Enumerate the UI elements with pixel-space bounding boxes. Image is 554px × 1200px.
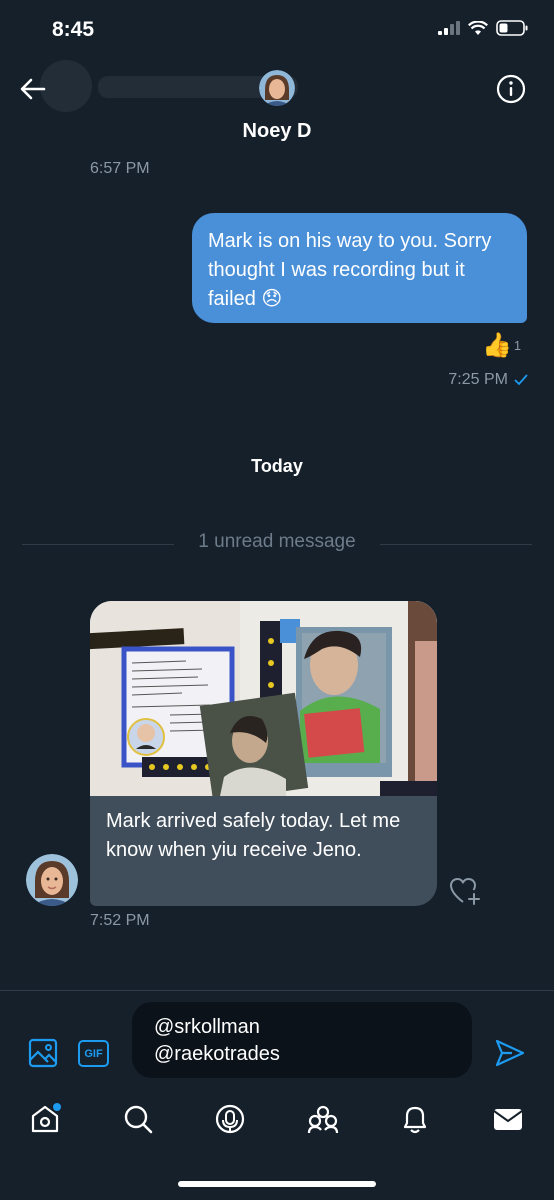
image-icon: [28, 1038, 58, 1068]
outgoing-message-bubble[interactable]: Mark is on his way to you. Sorry thought…: [192, 213, 527, 323]
message-timestamp: 6:57 PM: [90, 160, 150, 177]
search-icon: [124, 1105, 153, 1134]
back-button[interactable]: [18, 74, 48, 104]
signal-icon: [438, 21, 460, 35]
contact-avatar[interactable]: [259, 70, 295, 106]
battery-icon: [496, 20, 528, 36]
message-timestamp: 7:52 PM: [90, 912, 150, 929]
contact-name[interactable]: Noey D: [0, 120, 554, 143]
arrow-left-icon: [20, 78, 46, 100]
communities-icon: [307, 1105, 339, 1134]
reaction-count: 1: [513, 338, 522, 353]
info-button[interactable]: [496, 74, 526, 104]
wifi-icon: [468, 20, 488, 35]
unread-divider-line: [380, 544, 532, 545]
nav-notifications[interactable]: [398, 1102, 432, 1136]
day-separator: Today: [251, 456, 303, 476]
add-media-button[interactable]: [28, 1038, 58, 1068]
status-icons: [438, 20, 528, 36]
message-timestamp-read: 7:25 PM: [448, 371, 528, 389]
spaces-icon: [215, 1104, 245, 1134]
nav-communities[interactable]: [306, 1102, 340, 1136]
info-icon: [496, 74, 526, 104]
incoming-message-text: Mark arrived safely today. Let me know w…: [106, 810, 401, 861]
add-reaction-button[interactable]: [448, 874, 482, 908]
unread-divider-line: [22, 544, 174, 545]
gif-button[interactable]: GIF: [78, 1040, 109, 1067]
thumbs-up-emoji: 👍: [482, 332, 512, 359]
messages-icon: [493, 1109, 523, 1130]
nav-spaces[interactable]: [213, 1102, 247, 1136]
home-icon: [31, 1103, 61, 1133]
nav-search[interactable]: [121, 1102, 155, 1136]
heart-plus-icon: [450, 878, 480, 905]
message-timestamp: 7:25 PM: [448, 371, 508, 388]
home-indicator[interactable]: [178, 1181, 376, 1187]
notifications-icon: [403, 1106, 427, 1134]
incoming-message-card[interactable]: Mark arrived safely today. Let me know w…: [90, 601, 437, 906]
checkmark-icon: [514, 374, 528, 386]
unread-divider-label: 1 unread message: [198, 531, 356, 552]
message-photo[interactable]: [90, 601, 437, 796]
message-input[interactable]: @srkollman @raekotrades: [132, 1002, 472, 1078]
status-time: 8:45: [52, 18, 95, 41]
send-icon: [495, 1039, 525, 1067]
composer-divider: [0, 990, 554, 991]
nav-home[interactable]: [28, 1102, 62, 1136]
message-reaction[interactable]: 👍 1: [482, 332, 521, 360]
sender-avatar[interactable]: [26, 854, 78, 906]
send-button[interactable]: [494, 1038, 526, 1068]
nav-messages[interactable]: [491, 1102, 525, 1136]
